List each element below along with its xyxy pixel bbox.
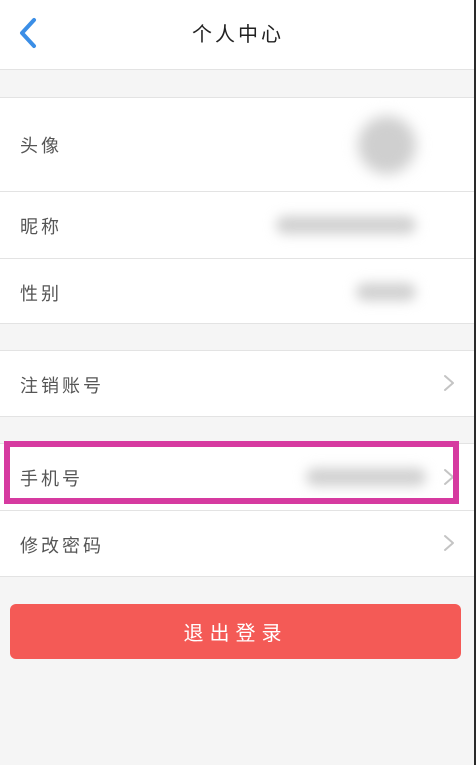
gender-value-blurred <box>356 283 416 301</box>
cancel-account-row[interactable]: 注销账号 <box>0 351 476 416</box>
avatar-image-blurred <box>358 116 416 174</box>
change-password-label: 修改密码 <box>20 536 104 557</box>
account-section: 注销账号 <box>0 350 476 417</box>
nickname-label: 昵称 <box>20 217 62 238</box>
phone-label: 手机号 <box>20 469 83 490</box>
avatar-label: 头像 <box>20 136 62 157</box>
page-title: 个人中心 <box>192 22 284 46</box>
chevron-right-icon <box>444 375 454 391</box>
phone-value-blurred <box>306 468 426 486</box>
gender-row[interactable]: 性别 <box>0 259 476 323</box>
cancel-account-label: 注销账号 <box>20 376 104 397</box>
top-nav-bar: 个人中心 <box>0 0 476 70</box>
avatar-row[interactable]: 头像 <box>0 98 476 191</box>
chevron-right-icon <box>444 535 454 551</box>
chevron-right-icon <box>444 469 454 485</box>
nickname-value-blurred <box>276 216 416 234</box>
security-section: 手机号 修改密码 <box>0 443 476 577</box>
phone-row[interactable]: 手机号 <box>0 444 476 510</box>
logout-button[interactable]: 退出登录 <box>10 604 461 659</box>
profile-section: 头像 昵称 性别 <box>0 97 476 324</box>
personal-center-page: 个人中心 头像 昵称 性别 注销账号 手机号 修改密码 退出登录 <box>0 0 476 765</box>
gender-label: 性别 <box>20 284 62 305</box>
nickname-row[interactable]: 昵称 <box>0 192 476 258</box>
change-password-row[interactable]: 修改密码 <box>0 511 476 576</box>
